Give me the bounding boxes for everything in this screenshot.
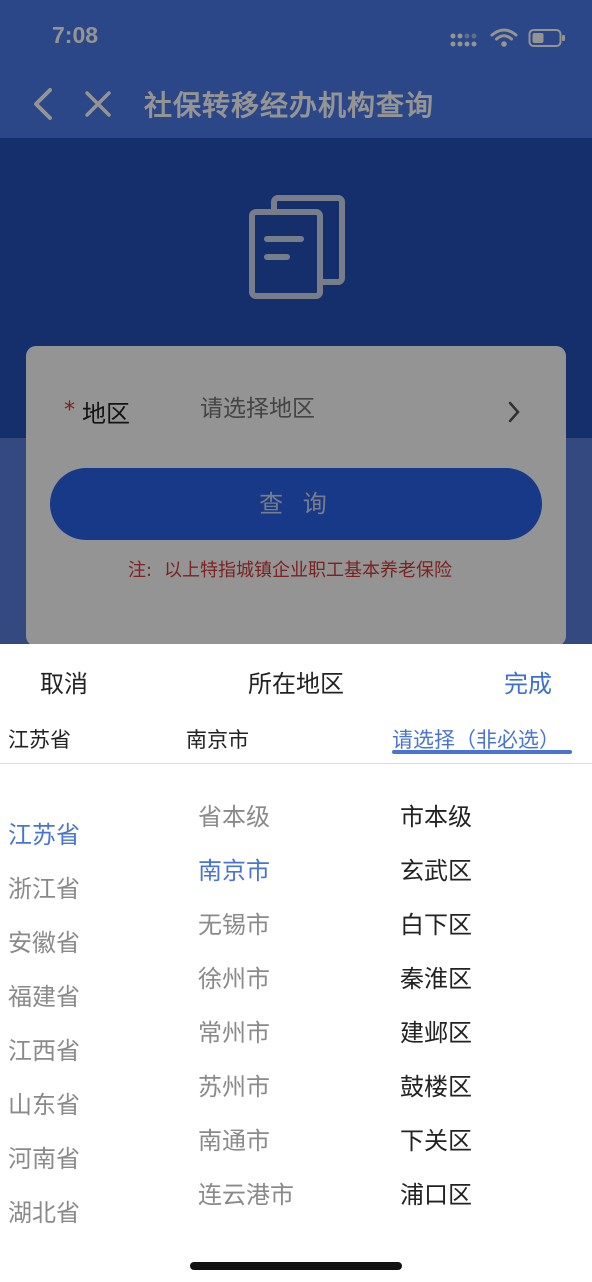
- done-button[interactable]: 完成: [504, 664, 552, 699]
- district-item[interactable]: 市本级: [400, 790, 472, 844]
- province-item[interactable]: 山东省: [8, 1078, 80, 1132]
- district-item[interactable]: 白下区: [400, 898, 472, 952]
- active-tab-indicator: [392, 750, 572, 754]
- city-item[interactable]: 常州市: [198, 1006, 294, 1060]
- cancel-button[interactable]: 取消: [40, 664, 88, 699]
- province-item[interactable]: 江苏省: [8, 808, 80, 862]
- district-item[interactable]: 建邺区: [400, 1006, 472, 1060]
- region-picker-sheet: 取消 所在地区 完成 江苏省 南京市 请选择（非必选） 江苏省 浙江省 安徽省 …: [0, 644, 592, 1282]
- city-item[interactable]: 省本级: [198, 790, 294, 844]
- tab-province[interactable]: 江苏省: [8, 724, 71, 754]
- district-item[interactable]: 浦口区: [400, 1168, 472, 1222]
- picker-tabs: 江苏省 南京市 请选择（非必选）: [0, 718, 592, 764]
- district-list: 市本级 玄武区 白下区 秦淮区 建邺区 鼓楼区 下关区 浦口区: [400, 790, 472, 1222]
- province-list: 江苏省 浙江省 安徽省 福建省 江西省 山东省 河南省 湖北省: [8, 808, 80, 1240]
- district-item[interactable]: 下关区: [400, 1114, 472, 1168]
- city-list: 省本级 南京市 无锡市 徐州市 常州市 苏州市 南通市 连云港市: [198, 790, 294, 1222]
- city-item[interactable]: 徐州市: [198, 952, 294, 1006]
- province-item[interactable]: 湖北省: [8, 1186, 80, 1240]
- city-item[interactable]: 无锡市: [198, 898, 294, 952]
- picker-header: 取消 所在地区 完成: [0, 644, 592, 714]
- tab-city[interactable]: 南京市: [186, 724, 249, 754]
- city-item[interactable]: 连云港市: [198, 1168, 294, 1222]
- province-item[interactable]: 江西省: [8, 1024, 80, 1078]
- city-item[interactable]: 苏州市: [198, 1060, 294, 1114]
- city-item[interactable]: 南京市: [198, 844, 294, 898]
- district-item[interactable]: 玄武区: [400, 844, 472, 898]
- district-item[interactable]: 鼓楼区: [400, 1060, 472, 1114]
- city-item[interactable]: 南通市: [198, 1114, 294, 1168]
- province-item[interactable]: 浙江省: [8, 862, 80, 916]
- district-item[interactable]: 秦淮区: [400, 952, 472, 1006]
- province-item[interactable]: 安徽省: [8, 916, 80, 970]
- province-item[interactable]: 河南省: [8, 1132, 80, 1186]
- modal-backdrop[interactable]: [0, 0, 592, 644]
- province-item[interactable]: 福建省: [8, 970, 80, 1024]
- home-indicator[interactable]: [190, 1262, 402, 1270]
